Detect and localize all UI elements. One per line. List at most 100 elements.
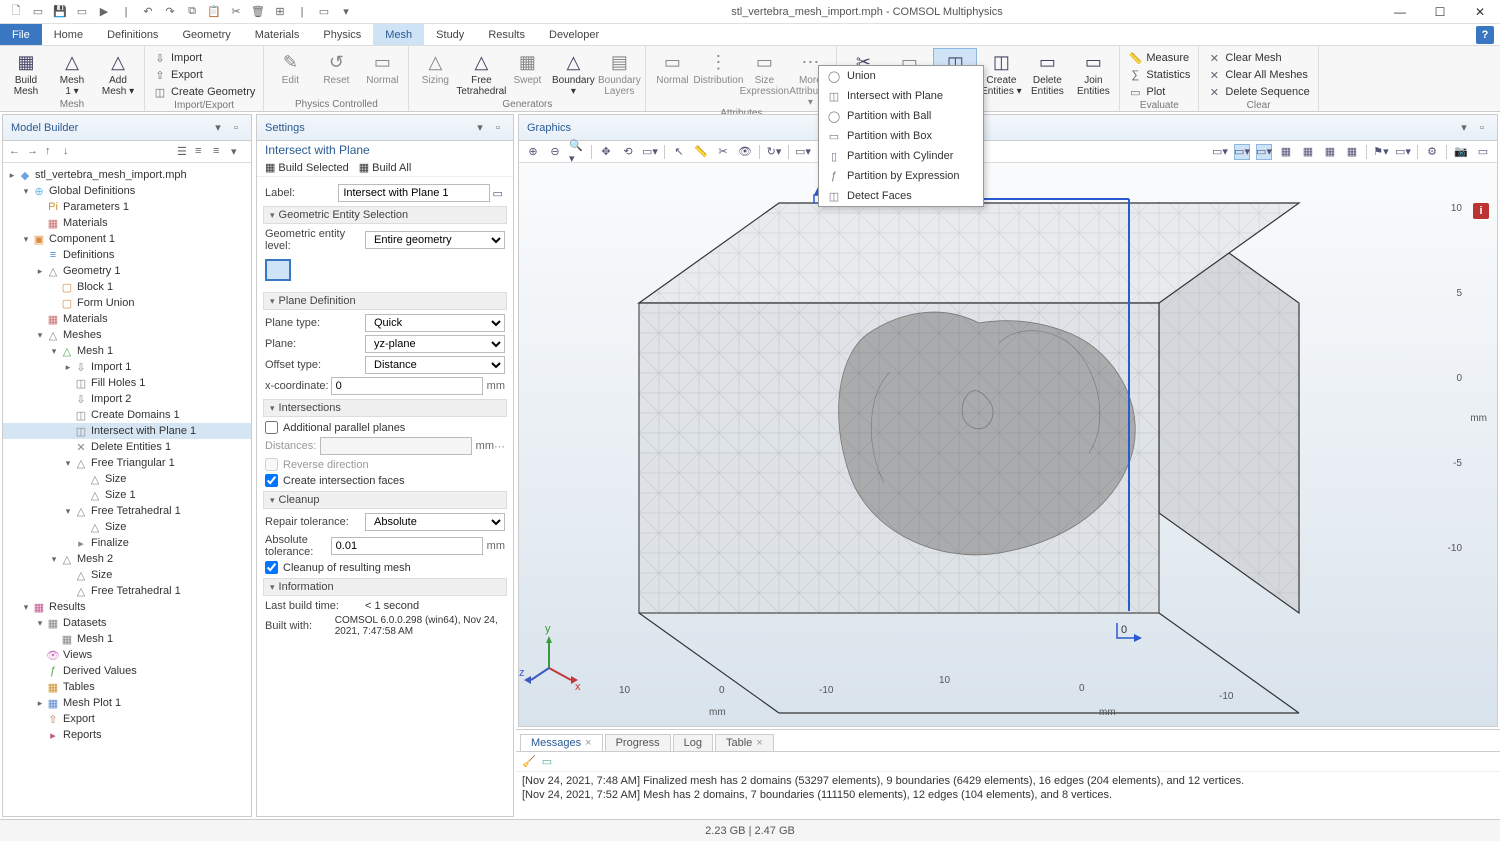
qat-grid-icon[interactable]: ⊞ bbox=[272, 4, 288, 20]
section-plane-def[interactable]: ▾Plane Definition bbox=[263, 292, 507, 310]
qat-cut-icon[interactable]: ✂ bbox=[228, 4, 244, 20]
mb-nav-down-icon[interactable]: ↓ bbox=[63, 145, 77, 159]
tree-node[interactable]: ▸▦Mesh Plot 1 bbox=[3, 695, 251, 711]
ribbon-measure[interactable]: 📏Measure bbox=[1124, 50, 1194, 66]
plane-select[interactable]: yz-plane bbox=[365, 335, 505, 353]
tree-expand-icon[interactable]: ▾ bbox=[49, 346, 59, 357]
tree-node[interactable]: ⇩Import 2 bbox=[3, 391, 251, 407]
tree-expand-icon[interactable]: ▾ bbox=[35, 330, 45, 341]
dropdown-detect-faces[interactable]: ◫Detect Faces bbox=[819, 186, 983, 206]
qat-new-icon[interactable]: 🗋 bbox=[8, 4, 24, 20]
qat-copy-icon[interactable]: ⧉ bbox=[184, 4, 200, 20]
tree-node[interactable]: ▸△Geometry 1 bbox=[3, 263, 251, 279]
qat-app-icon[interactable]: ▭ bbox=[316, 4, 332, 20]
tree-expand-icon[interactable]: ▾ bbox=[63, 458, 73, 469]
build-selected-button[interactable]: ▦ Build Selected bbox=[265, 161, 349, 174]
light-icon[interactable]: ▭▾ bbox=[795, 144, 811, 160]
section-geom-entity[interactable]: ▾Geometric Entity Selection bbox=[263, 206, 507, 224]
ribbon-boundary[interactable]: △Boundary▾ bbox=[551, 48, 595, 97]
abs-tol-input[interactable] bbox=[331, 537, 483, 555]
tree-node[interactable]: ▾▦Datasets bbox=[3, 615, 251, 631]
flag-icon[interactable]: ⚑▾ bbox=[1373, 144, 1389, 160]
msg-tab-progress[interactable]: Progress bbox=[605, 734, 671, 751]
tree-node[interactable]: ▾▣Component 1 bbox=[3, 231, 251, 247]
tree-node[interactable]: ◫Fill Holes 1 bbox=[3, 375, 251, 391]
label-input[interactable] bbox=[338, 184, 490, 202]
settings-icon[interactable]: ⚙ bbox=[1424, 144, 1440, 160]
rotate-icon[interactable]: ⟲ bbox=[620, 144, 636, 160]
msg-tab-messages[interactable]: Messages× bbox=[520, 734, 603, 751]
mb-nav-fwd-icon[interactable]: → bbox=[27, 145, 41, 159]
geom-level-select[interactable]: Entire geometry bbox=[365, 231, 505, 249]
msg-tab-table[interactable]: Table× bbox=[715, 734, 774, 751]
tree-node[interactable]: ▾△Mesh 2 bbox=[3, 551, 251, 567]
tree-expand-icon[interactable]: ▾ bbox=[49, 554, 59, 565]
qat-undo-icon[interactable]: ↶ bbox=[140, 4, 156, 20]
tree-expand-icon[interactable]: ▾ bbox=[63, 506, 73, 517]
tree-node[interactable]: ▦Mesh 1 bbox=[3, 631, 251, 647]
tree-node[interactable]: △Size bbox=[3, 471, 251, 487]
select-icon[interactable]: ↖ bbox=[671, 144, 687, 160]
tree-node[interactable]: △Size bbox=[3, 567, 251, 583]
ribbon-delete-seq[interactable]: ✕Delete Sequence bbox=[1203, 84, 1313, 100]
ribbon-create-entities[interactable]: ◫CreateEntities ▾ bbox=[979, 48, 1023, 97]
mb-more-icon[interactable]: ▾ bbox=[231, 145, 245, 159]
create-faces-checkbox[interactable] bbox=[265, 474, 278, 487]
tree-node[interactable]: ▸Finalize bbox=[3, 535, 251, 551]
menu-tab-results[interactable]: Results bbox=[476, 24, 537, 45]
tree-node[interactable]: ▾△Meshes bbox=[3, 327, 251, 343]
graphics-close-icon[interactable]: ▫ bbox=[1475, 121, 1489, 135]
pan-icon[interactable]: ✥ bbox=[598, 144, 614, 160]
export-icon[interactable]: ▭ bbox=[1475, 144, 1491, 160]
qat-save-icon[interactable]: 💾 bbox=[52, 4, 68, 20]
tree-expand-icon[interactable]: ▸ bbox=[35, 698, 45, 709]
msg-tab-log[interactable]: Log bbox=[673, 734, 713, 751]
qat-paste-icon[interactable]: 📋 bbox=[206, 4, 222, 20]
settings-close-icon[interactable]: ▫ bbox=[491, 121, 505, 135]
tree-node[interactable]: ◫Create Domains 1 bbox=[3, 407, 251, 423]
section-cleanup[interactable]: ▾Cleanup bbox=[263, 491, 507, 509]
ribbon-export[interactable]: ⇧Export bbox=[149, 67, 259, 83]
settings-opts-icon[interactable]: ▾ bbox=[473, 121, 487, 135]
tree-expand-icon[interactable]: ▾ bbox=[21, 602, 31, 613]
ribbon-clear-all[interactable]: ✕Clear All Meshes bbox=[1203, 67, 1313, 83]
ribbon-add-mesh[interactable]: △AddMesh ▾ bbox=[96, 48, 140, 97]
msg-clear-icon[interactable]: 🧹 bbox=[522, 755, 536, 768]
ribbon-import[interactable]: ⇩Import bbox=[149, 50, 259, 66]
ribbon-create-geometry[interactable]: ◫Create Geometry bbox=[149, 84, 259, 100]
minimize-button[interactable]: — bbox=[1380, 0, 1420, 24]
clip-icon[interactable]: ✂ bbox=[715, 144, 731, 160]
qat-open-icon[interactable]: ▭ bbox=[30, 4, 46, 20]
menu-tab-study[interactable]: Study bbox=[424, 24, 476, 45]
tree-node[interactable]: △Size 1 bbox=[3, 487, 251, 503]
menu-tab-mesh[interactable]: Mesh bbox=[373, 24, 424, 45]
cleanup-mesh-checkbox[interactable] bbox=[265, 561, 278, 574]
tree-node[interactable]: ▸◆stl_vertebra_mesh_import.mph bbox=[3, 167, 251, 183]
plane-type-select[interactable]: Quick bbox=[365, 314, 505, 332]
mb-view-icon[interactable]: ☰ bbox=[177, 145, 191, 159]
qat-delete-icon[interactable]: 🗑 bbox=[250, 4, 266, 20]
build-all-button[interactable]: ▦ Build All bbox=[359, 161, 412, 174]
ribbon-join-entities[interactable]: ▭JoinEntities bbox=[1071, 48, 1115, 97]
camera-icon[interactable]: 📷 bbox=[1453, 144, 1469, 160]
selection-toggle-button[interactable] bbox=[265, 259, 291, 281]
grid3-icon[interactable]: ▦ bbox=[1322, 144, 1338, 160]
tab-close-icon[interactable]: × bbox=[585, 737, 591, 749]
close-button[interactable]: ✕ bbox=[1460, 0, 1500, 24]
measure-icon[interactable]: 📏 bbox=[693, 144, 709, 160]
tree-node[interactable]: ▸Reports bbox=[3, 727, 251, 743]
repair-select[interactable]: Absolute bbox=[365, 513, 505, 531]
menu-tab-developer[interactable]: Developer bbox=[537, 24, 611, 45]
graphics-opts-icon[interactable]: ▾ bbox=[1457, 121, 1471, 135]
grid1-icon[interactable]: ▦ bbox=[1278, 144, 1294, 160]
color-icon[interactable]: ▭▾ bbox=[1395, 144, 1411, 160]
tree-node[interactable]: ▸⇩Import 1 bbox=[3, 359, 251, 375]
tree-node[interactable]: ƒDerived Values bbox=[3, 663, 251, 679]
ribbon-delete-entities[interactable]: ▭DeleteEntities bbox=[1025, 48, 1069, 97]
ribbon-plot[interactable]: ▭Plot bbox=[1124, 84, 1194, 100]
tree-node[interactable]: ▢Form Union bbox=[3, 295, 251, 311]
view1-icon[interactable]: ▭▾ bbox=[1234, 144, 1250, 160]
ribbon-statistics[interactable]: ∑Statistics bbox=[1124, 67, 1194, 83]
qat-run-icon[interactable]: ▶ bbox=[96, 4, 112, 20]
tree-node[interactable]: △Free Tetrahedral 1 bbox=[3, 583, 251, 599]
